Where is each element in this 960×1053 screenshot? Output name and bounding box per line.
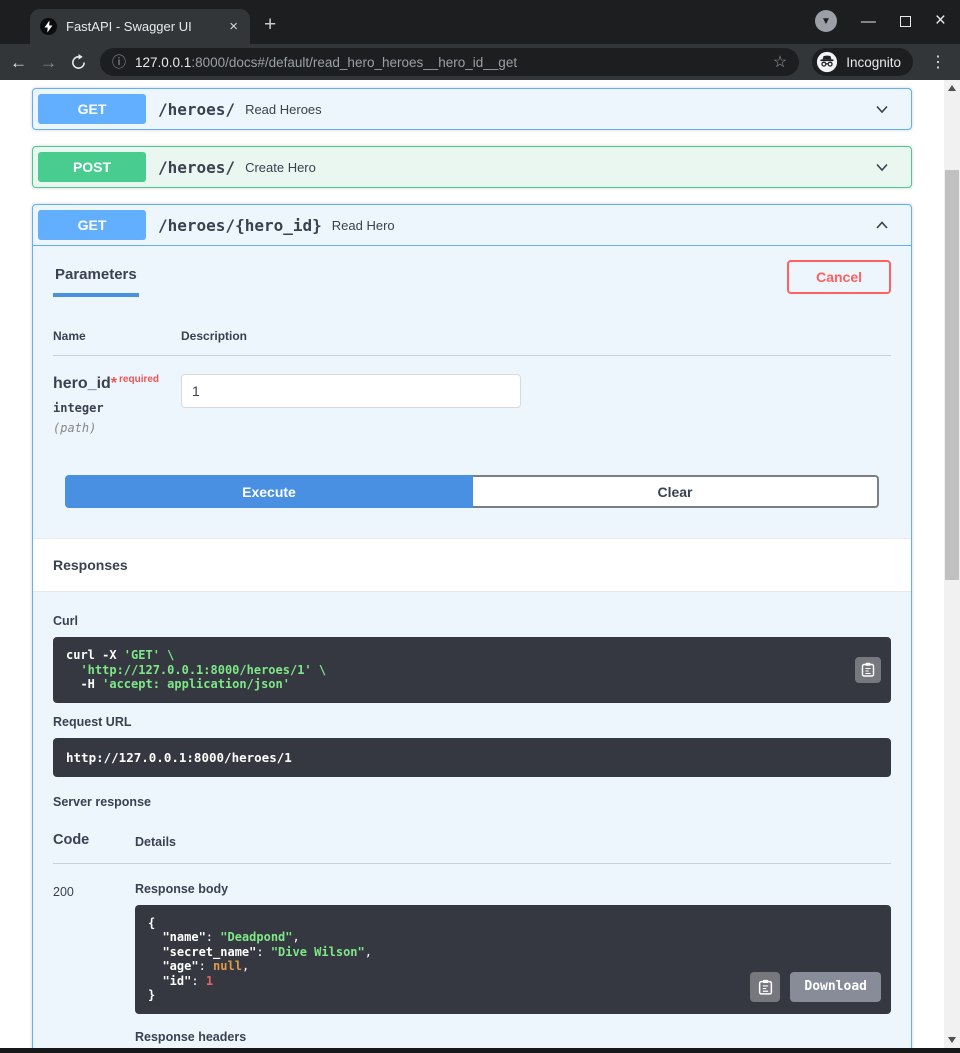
reload-button[interactable] <box>70 53 87 71</box>
parameter-type: integer <box>53 401 104 415</box>
opblock-summary-get-hero-id[interactable]: GET /heroes/{hero_id} Read Hero <box>33 205 911 246</box>
incognito-spy-icon <box>817 51 838 73</box>
chevron-up-icon[interactable] <box>872 215 892 235</box>
execute-button[interactable]: Execute <box>65 475 473 508</box>
chevron-down-icon[interactable] <box>872 99 892 119</box>
opblock-get-hero-id: GET /heroes/{hero_id} Read Hero Paramete… <box>32 204 912 1053</box>
method-badge: GET <box>38 210 146 240</box>
request-url-value: http://127.0.0.1:8000/heroes/1 <box>53 737 891 777</box>
bookmark-star-icon[interactable]: ☆ <box>773 52 787 72</box>
clipboard-icon <box>861 663 875 677</box>
tab-close-icon[interactable]: × <box>227 18 240 35</box>
response-body-block: { "name": "Deadpond", "secret_name": "Di… <box>135 904 891 1014</box>
tab-title: FastAPI - Swagger UI <box>66 19 192 34</box>
code-column-header: Code <box>53 831 90 848</box>
status-code: 200 <box>53 884 74 899</box>
endpoint-path: /heroes/ <box>158 157 236 177</box>
response-body-label: Response body <box>135 881 229 896</box>
method-badge: POST <box>38 152 146 182</box>
opblock-summary-post-heroes[interactable]: POST /heroes/ Create Hero <box>33 147 911 187</box>
method-badge: GET <box>38 94 146 124</box>
forward-button[interactable]: → <box>40 54 57 71</box>
endpoint-summary: Create Hero <box>245 159 316 175</box>
browser-titlebar: FastAPI - Swagger UI × + ▼ — × <box>0 0 960 44</box>
copy-response-button[interactable] <box>750 971 781 1002</box>
server-response-label: Server response <box>53 794 151 809</box>
clipboard-icon <box>758 979 772 995</box>
maximize-button[interactable] <box>899 15 911 27</box>
copy-curl-button[interactable] <box>855 656 881 683</box>
incognito-badge: Incognito <box>812 48 913 76</box>
close-window-button[interactable]: × <box>935 10 946 32</box>
curl-label: Curl <box>53 614 78 628</box>
hero-id-input[interactable] <box>181 374 521 408</box>
parameter-location: (path) <box>53 421 97 435</box>
scrollbar-down-arrow[interactable] <box>944 1032 960 1048</box>
responses-title: Responses <box>53 557 128 573</box>
incognito-label: Incognito <box>846 54 901 70</box>
download-button[interactable]: Download <box>790 971 881 1002</box>
opblock-summary-get-heroes[interactable]: GET /heroes/ Read Heroes <box>33 89 911 129</box>
url-text: 127.0.0.1:8000/docs#/default/read_hero_h… <box>135 55 764 70</box>
column-header-name: Name <box>53 329 86 343</box>
required-star: * <box>110 375 118 392</box>
new-tab-button[interactable]: + <box>264 14 276 35</box>
scrollbar-up-arrow[interactable] <box>944 80 960 96</box>
clear-button[interactable]: Clear <box>473 475 879 508</box>
browser-tab[interactable]: FastAPI - Swagger UI × <box>30 9 250 44</box>
endpoint-path: /heroes/ <box>158 99 236 119</box>
endpoint-summary: Read Hero <box>331 217 395 233</box>
parameter-row: hero_id* required integer (path) <box>53 356 891 461</box>
swagger-page: GET /heroes/ Read Heroes POST /heroes/ C… <box>0 80 960 1053</box>
parameter-name: hero_id* required <box>53 374 160 392</box>
url-domain: 127.0.0.1 <box>135 54 192 70</box>
server-response-row: 200 Response body { "name": "Deadpond", … <box>53 864 891 1053</box>
scrollbar[interactable] <box>944 80 960 1053</box>
chrome-caret-icon[interactable]: ▼ <box>814 10 837 32</box>
opblock-post-heroes: POST /heroes/ Create Hero <box>32 146 912 188</box>
column-header-description: Description <box>181 329 248 343</box>
url-path: :8000/docs#/default/read_hero_heroes__he… <box>191 54 518 70</box>
tab-parameters[interactable]: Parameters <box>53 258 139 297</box>
response-headers-label: Response headers <box>135 1029 247 1044</box>
cancel-button[interactable]: Cancel <box>787 260 891 294</box>
curl-command: curl -X 'GET' \ 'http://127.0.0.1:8000/h… <box>66 648 327 691</box>
browser-menu-icon[interactable]: ⋮ <box>926 52 950 72</box>
opblock-get-heroes: GET /heroes/ Read Heroes <box>32 88 912 130</box>
required-label: required <box>119 374 160 385</box>
browser-toolbar: ← → ⓘ 127.0.0.1:8000/docs#/default/read_… <box>0 44 960 80</box>
scrollbar-thumb[interactable] <box>945 170 959 580</box>
endpoint-summary: Read Heroes <box>245 101 322 117</box>
minimize-button[interactable]: — <box>861 13 876 30</box>
endpoint-path: /heroes/{hero_id} <box>158 215 322 235</box>
details-column-header: Details <box>135 834 176 849</box>
fastapi-favicon-icon <box>40 18 57 35</box>
url-bar[interactable]: ⓘ 127.0.0.1:8000/docs#/default/read_hero… <box>100 48 800 76</box>
response-body-json: { "name": "Deadpond", "secret_name": "Di… <box>148 915 372 1003</box>
back-button[interactable]: ← <box>10 54 27 71</box>
chevron-down-icon[interactable] <box>872 157 892 177</box>
curl-command-block: curl -X 'GET' \ 'http://127.0.0.1:8000/h… <box>53 637 891 703</box>
window-bottom-edge <box>0 1048 960 1053</box>
page-info-icon[interactable]: ⓘ <box>112 52 126 72</box>
request-url-label: Request URL <box>53 714 132 729</box>
